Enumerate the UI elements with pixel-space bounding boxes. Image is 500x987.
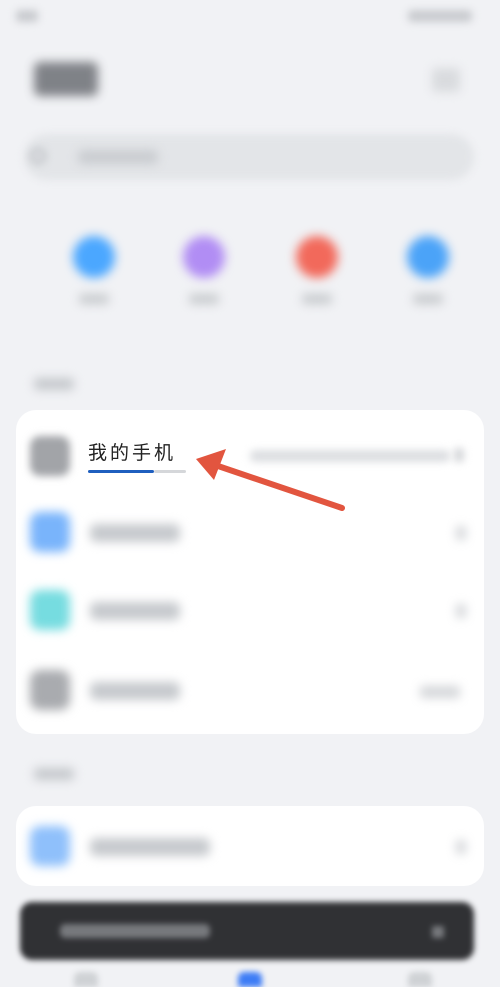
settings-row[interactable] [16, 650, 484, 730]
focus-underline [88, 470, 154, 473]
device-value [250, 450, 450, 462]
status-icons [408, 10, 472, 22]
search-placeholder [78, 150, 158, 164]
underline-track [154, 470, 186, 473]
section-label [34, 378, 74, 390]
row-icon [30, 590, 70, 630]
tab-item[interactable] [408, 972, 432, 987]
header-action-icon[interactable] [432, 68, 460, 92]
phone-icon [30, 436, 70, 476]
shortcut-icon [73, 236, 115, 278]
row-value [420, 686, 460, 698]
search-icon [30, 148, 46, 164]
settings-row[interactable] [16, 806, 484, 886]
row-icon [30, 826, 70, 866]
shortcut-item[interactable] [401, 236, 455, 316]
shortcut-item[interactable] [290, 236, 344, 316]
shortcut-label [189, 294, 219, 304]
shortcut-icon [183, 236, 225, 278]
tab-item-active[interactable] [238, 972, 262, 987]
shortcut-label [79, 294, 109, 304]
row-label [90, 682, 180, 700]
snackbar-text [60, 924, 210, 938]
shortcut-icon [296, 236, 338, 278]
page-title [34, 62, 98, 96]
shortcut-label [413, 294, 443, 304]
shortcut-item[interactable] [67, 236, 121, 316]
tab-item[interactable] [74, 972, 98, 987]
row-icon [30, 512, 70, 552]
chevron-right-icon [456, 604, 466, 618]
close-icon[interactable] [432, 926, 444, 938]
status-time [16, 10, 38, 22]
settings-row[interactable] [16, 492, 484, 572]
shortcut-icon [407, 236, 449, 278]
row-label [90, 524, 180, 542]
chevron-right-icon [456, 840, 466, 854]
snackbar [20, 902, 474, 960]
my-phone-label: 我的手机 [88, 442, 177, 464]
section-label [34, 768, 74, 780]
shortcut-item[interactable] [177, 236, 231, 316]
row-label [90, 838, 210, 856]
row-icon [30, 670, 70, 710]
settings-row[interactable] [16, 570, 484, 650]
settings-card [16, 806, 484, 886]
row-label [90, 602, 180, 620]
shortcut-label [302, 294, 332, 304]
chevron-right-icon [454, 448, 464, 462]
chevron-right-icon [456, 526, 466, 540]
